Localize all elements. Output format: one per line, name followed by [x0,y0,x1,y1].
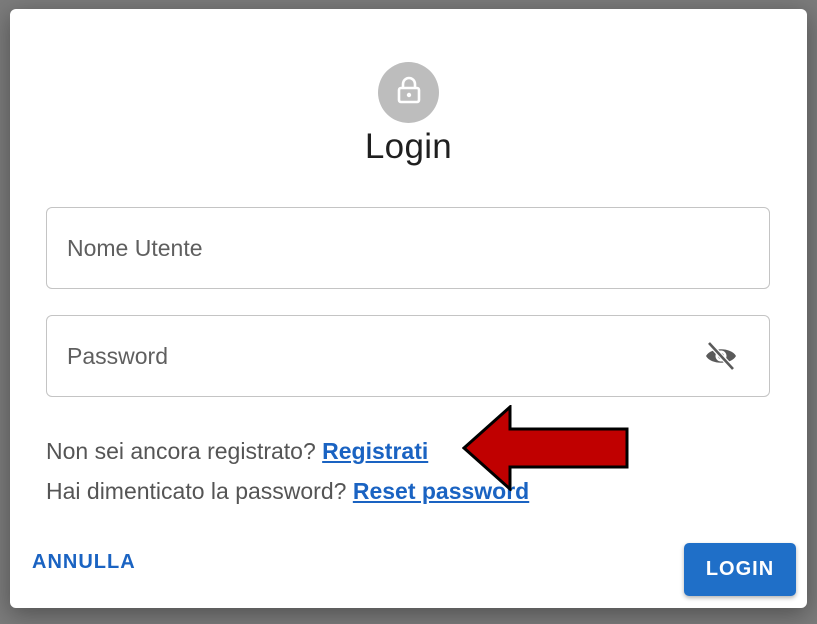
register-prompt: Non sei ancora registrato? [46,438,316,464]
eye-off-icon[interactable] [703,338,739,374]
cancel-button[interactable]: ANNULLA [32,551,136,574]
dialog-title: Login [364,127,453,166]
annotation-arrow-icon [461,403,630,496]
avatar [378,62,439,123]
login-dialog: Login Nome Utente Password Non sei ancor… [10,9,807,608]
account-links: Non sei ancora registrato? Registrati Ha… [46,431,529,511]
register-line: Non sei ancora registrato? Registrati [46,431,529,471]
password-placeholder: Password [67,343,168,369]
lock-icon [396,76,422,109]
password-field[interactable]: Password [46,315,770,397]
login-button[interactable]: LOGIN [684,543,796,596]
username-placeholder: Nome Utente [67,235,203,261]
reset-line: Hai dimenticato la password? Reset passw… [46,471,529,511]
username-field[interactable]: Nome Utente [46,207,770,289]
reset-prompt: Hai dimenticato la password? [46,478,347,504]
register-link[interactable]: Registrati [322,438,428,464]
